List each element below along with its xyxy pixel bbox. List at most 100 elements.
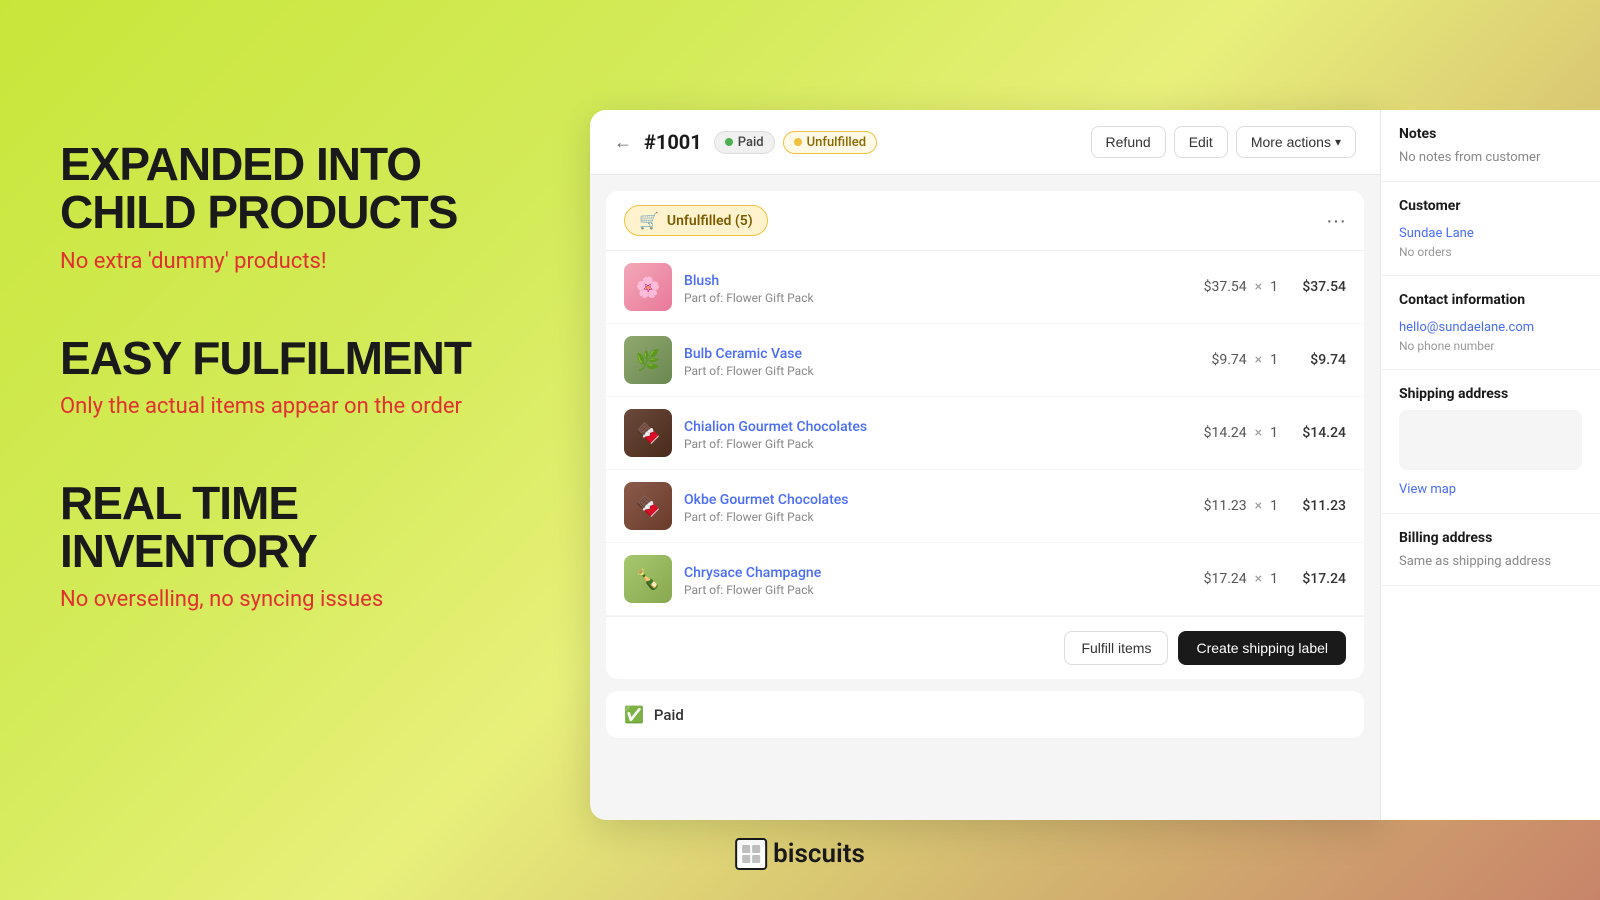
feature-subtitle-3: No overselling, no syncing issues	[60, 587, 560, 612]
paid-badge-label: Paid	[738, 135, 764, 150]
chevron-down-icon: ▾	[1335, 135, 1341, 149]
item-info-champ: Chrysace Champagne Part of: Flower Gift …	[684, 562, 1192, 597]
logo-icon	[735, 838, 767, 870]
paid-badge: Paid	[714, 131, 775, 154]
item-meta-okbe: Part of: Flower Gift Pack	[684, 510, 1192, 524]
unfulfilled-badge-label: Unfulfilled	[807, 135, 866, 150]
paid-card-label: Paid	[654, 706, 684, 724]
item-name-okbe[interactable]: Okbe Gourmet Chocolates	[684, 492, 848, 508]
item-qty-okbe: 1	[1270, 498, 1278, 514]
unfulfilled-more-button[interactable]: ···	[1326, 211, 1346, 231]
item-pricing-choc: $14.24 × 1 $14.24	[1204, 425, 1346, 441]
item-unit-price-choc: $14.24	[1204, 425, 1247, 441]
create-shipping-label-button[interactable]: Create shipping label	[1178, 631, 1346, 665]
item-pricing-vase: $9.74 × 1 $9.74	[1211, 352, 1346, 368]
paid-dot-icon	[725, 138, 733, 146]
billing-address-content: Same as shipping address	[1399, 554, 1582, 569]
item-qty-choc: 1	[1270, 425, 1278, 441]
item-info-blush: Blush Part of: Flower Gift Pack	[684, 270, 1192, 305]
back-arrow-icon[interactable]: ←	[614, 132, 632, 153]
order-header: ← #1001 Paid Unfulfilled Refund Edit Mor…	[590, 110, 1380, 175]
feature-title-2: EASY FULFILMENT	[60, 334, 560, 382]
card-actions: Fulfill items Create shipping label	[606, 616, 1364, 679]
item-name-vase[interactable]: Bulb Ceramic Vase	[684, 346, 802, 362]
notes-title: Notes	[1399, 126, 1582, 142]
line-item: 🍾 Chrysace Champagne Part of: Flower Gif…	[606, 543, 1364, 616]
paid-check-icon: ✅	[624, 705, 644, 724]
feature-title-1: EXPANDED INTO CHILD PRODUCTS	[60, 140, 560, 237]
item-pricing-blush: $37.54 × 1 $37.54	[1204, 279, 1346, 295]
item-image-okbe: 🍫	[624, 482, 672, 530]
contact-email-link[interactable]: hello@sundaelane.com	[1399, 320, 1534, 335]
order-number: #1001	[644, 130, 702, 154]
view-map-link[interactable]: View map	[1399, 482, 1456, 497]
item-info-vase: Bulb Ceramic Vase Part of: Flower Gift P…	[684, 343, 1199, 378]
feature-block-1: EXPANDED INTO CHILD PRODUCTS No extra 'd…	[60, 140, 560, 274]
item-name-choc[interactable]: Chialion Gourmet Chocolates	[684, 419, 867, 435]
item-unit-price-okbe: $11.23	[1204, 498, 1247, 514]
contact-phone: No phone number	[1399, 339, 1582, 353]
refund-button[interactable]: Refund	[1091, 126, 1166, 158]
paid-card: ✅ Paid	[606, 691, 1364, 738]
item-image-champ: 🍾	[624, 555, 672, 603]
shipping-address-section: Shipping address View map	[1381, 370, 1600, 514]
item-total-choc: $14.24	[1286, 425, 1346, 441]
item-meta-vase: Part of: Flower Gift Pack	[684, 364, 1199, 378]
item-pricing-champ: $17.24 × 1 $17.24	[1204, 571, 1346, 587]
contact-section: Contact information hello@sundaelane.com…	[1381, 276, 1600, 370]
customer-section: Customer Sundae Lane No orders	[1381, 182, 1600, 276]
item-total-okbe: $11.23	[1286, 498, 1346, 514]
order-main: ← #1001 Paid Unfulfilled Refund Edit Mor…	[590, 110, 1380, 820]
item-pricing-okbe: $11.23 × 1 $11.23	[1204, 498, 1346, 514]
left-panel: EXPANDED INTO CHILD PRODUCTS No extra 'd…	[60, 140, 560, 672]
billing-address-title: Billing address	[1399, 530, 1582, 546]
item-image-blush: 🌸	[624, 263, 672, 311]
item-info-choc: Chialion Gourmet Chocolates Part of: Flo…	[684, 416, 1192, 451]
contact-title: Contact information	[1399, 292, 1582, 308]
unfulfilled-section-badge: 🛒 Unfulfilled (5)	[624, 205, 768, 236]
item-unit-price-vase: $9.74	[1211, 352, 1246, 368]
order-body: 🛒 Unfulfilled (5) ··· 🌸 Blush Part of: F…	[590, 175, 1380, 754]
unfulfilled-section-label: Unfulfilled (5)	[667, 213, 753, 229]
item-meta-choc: Part of: Flower Gift Pack	[684, 437, 1192, 451]
item-total-vase: $9.74	[1286, 352, 1346, 368]
header-actions: Refund Edit More actions ▾	[1091, 126, 1356, 158]
line-item: 🌸 Blush Part of: Flower Gift Pack $37.54…	[606, 251, 1364, 324]
item-info-okbe: Okbe Gourmet Chocolates Part of: Flower …	[684, 489, 1192, 524]
item-name-blush[interactable]: Blush	[684, 273, 719, 289]
item-total-blush: $37.54	[1286, 279, 1346, 295]
feature-subtitle-1: No extra 'dummy' products!	[60, 249, 560, 274]
feature-block-3: REAL TIME INVENTORY No overselling, no s…	[60, 479, 560, 613]
item-image-vase: 🌿	[624, 336, 672, 384]
unfulfilled-card: 🛒 Unfulfilled (5) ··· 🌸 Blush Part of: F…	[606, 191, 1364, 679]
unfulfilled-card-header: 🛒 Unfulfilled (5) ···	[606, 191, 1364, 251]
logo-text: biscuits	[773, 839, 865, 869]
fulfill-items-button[interactable]: Fulfill items	[1064, 631, 1168, 665]
item-unit-price-champ: $17.24	[1204, 571, 1247, 587]
item-meta-champ: Part of: Flower Gift Pack	[684, 583, 1192, 597]
customer-title: Customer	[1399, 198, 1582, 214]
customer-name-link[interactable]: Sundae Lane	[1399, 226, 1474, 241]
order-sidebar: Notes No notes from customer Customer Su…	[1380, 110, 1600, 820]
item-qty-blush: 1	[1270, 279, 1278, 295]
brand-logo: biscuits	[735, 838, 865, 870]
feature-subtitle-2: Only the actual items appear on the orde…	[60, 394, 560, 419]
feature-title-3: REAL TIME INVENTORY	[60, 479, 560, 576]
shipping-address-box	[1399, 410, 1582, 470]
billing-address-section: Billing address Same as shipping address	[1381, 514, 1600, 586]
item-qty-champ: 1	[1270, 571, 1278, 587]
item-total-champ: $17.24	[1286, 571, 1346, 587]
cart-icon: 🛒	[639, 211, 659, 230]
notes-section: Notes No notes from customer	[1381, 110, 1600, 182]
unfulfilled-badge: Unfulfilled	[783, 131, 877, 154]
line-item: 🍫 Okbe Gourmet Chocolates Part of: Flowe…	[606, 470, 1364, 543]
edit-button[interactable]: Edit	[1174, 126, 1228, 158]
unfulfilled-dot-icon	[794, 138, 802, 146]
more-actions-label: More actions	[1251, 134, 1331, 150]
item-name-champ[interactable]: Chrysace Champagne	[684, 565, 821, 581]
notes-content: No notes from customer	[1399, 150, 1582, 165]
customer-orders: No orders	[1399, 245, 1582, 259]
item-qty-vase: 1	[1270, 352, 1278, 368]
feature-block-2: EASY FULFILMENT Only the actual items ap…	[60, 334, 560, 419]
more-actions-button[interactable]: More actions ▾	[1236, 126, 1356, 158]
